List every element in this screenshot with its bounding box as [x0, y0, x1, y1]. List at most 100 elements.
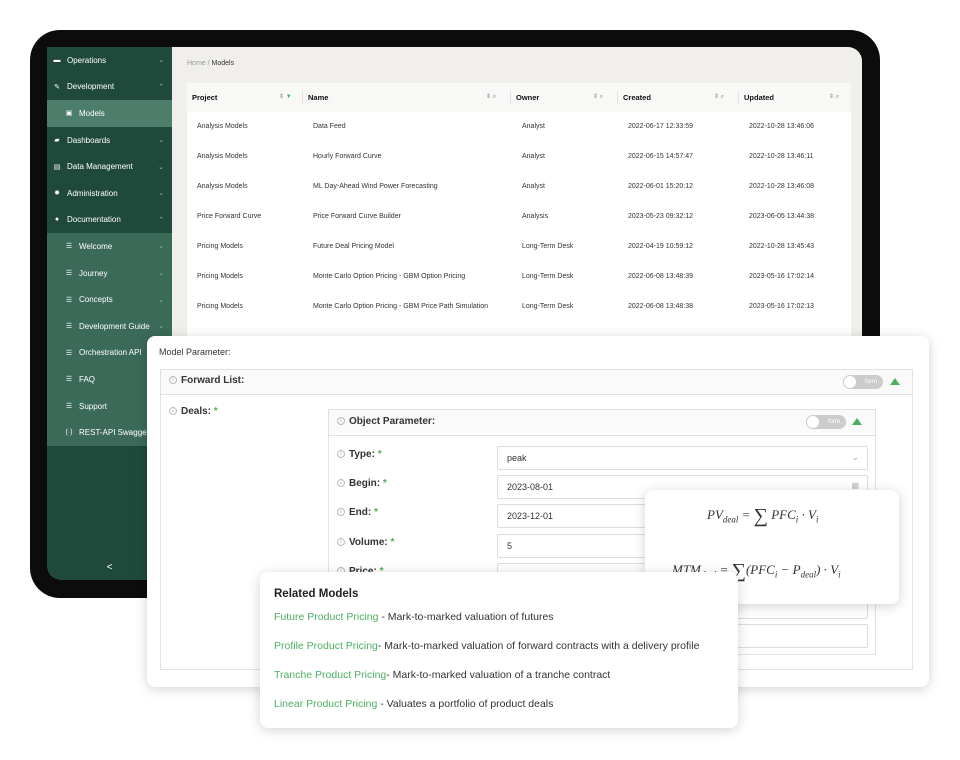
- sidebar-item-concepts[interactable]: ☰ Concepts ⌄: [47, 286, 172, 313]
- sidebar-item-models[interactable]: ▣ Models: [47, 100, 172, 127]
- related-model-item: Linear Product Pricing - Valuates a port…: [274, 698, 554, 710]
- operations-icon: ▬: [53, 56, 61, 64]
- column-header-owner[interactable]: Owner: [516, 93, 539, 102]
- breadcrumb-home[interactable]: Home: [187, 60, 206, 67]
- related-models-title: Related Models: [274, 588, 359, 600]
- table-header: Project ⇕ ▼ Name ⇕ ⌕ Owner ⇕ ⌕ Created ⇕ ⌕ U…: [187, 83, 851, 112]
- field-input-type[interactable]: peak ⌄: [497, 446, 868, 470]
- model-icon: ▣: [65, 110, 73, 118]
- sort-filter-icon[interactable]: ⇕ ▼: [279, 93, 292, 100]
- info-icon: i: [169, 376, 177, 385]
- cell-updated: 2023-06-05 13:44:38: [749, 213, 814, 220]
- info-icon: i: [337, 538, 345, 547]
- related-model-link[interactable]: Future Product Pricing: [274, 611, 378, 623]
- cell-name[interactable]: Future Deal Pricing Model: [313, 241, 503, 253]
- cell-project: Pricing Models: [197, 303, 243, 310]
- table-row[interactable]: Analysis Models Hourly Forward Curve Analy…: [187, 151, 851, 181]
- object-parameter-label: Object Parameter:: [349, 416, 436, 427]
- related-model-item: Profile Product Pricing- Mark-to-marked …: [274, 640, 700, 652]
- object-parameter-form-toggle[interactable]: form: [806, 415, 846, 429]
- column-header-project[interactable]: Project: [192, 93, 217, 102]
- sidebar-item-label: REST-API Swagger: [79, 428, 150, 438]
- cell-created: 2022-06-15 14:57:47: [628, 153, 693, 160]
- sort-search-icon[interactable]: ⇕ ⌕: [593, 93, 603, 101]
- sidebar-item-label: FAQ: [79, 374, 96, 384]
- cell-name[interactable]: Data Feed: [313, 121, 503, 133]
- chevron-icon: ⌄: [158, 296, 164, 304]
- sidebar-item-label: Concepts: [79, 295, 113, 305]
- sidebar-item-dashboards[interactable]: ▰ Dashboards ⌄: [47, 127, 172, 154]
- info-icon: i: [337, 508, 345, 517]
- pv-formula: PVdeal = ∑ PFCi · Vi: [707, 505, 819, 527]
- info-icon: i: [169, 407, 177, 416]
- field-label: Type:: [349, 449, 375, 460]
- sidebar-item-operations[interactable]: ▬ Operations ⌄: [47, 47, 172, 74]
- gear-icon: ✹: [54, 190, 60, 198]
- list-icon: ☰: [65, 270, 73, 278]
- chevron-icon: ⌄: [158, 137, 164, 145]
- sort-search-icon[interactable]: ⇕ ⌕: [486, 93, 496, 101]
- chevron-icon: ⌄: [158, 270, 164, 278]
- forward-list-form-toggle[interactable]: form: [843, 375, 883, 389]
- related-model-item: Tranche Product Pricing- Mark-to-marked …: [274, 669, 611, 681]
- sort-search-icon[interactable]: ⇕ ⌕: [714, 93, 724, 101]
- table-row[interactable]: Analysis Models Data Feed Analyst 2022-06-1…: [187, 121, 851, 151]
- chevron-icon: ⌃: [158, 216, 164, 224]
- collapse-icon[interactable]: [852, 418, 862, 425]
- info-icon: i: [337, 479, 345, 488]
- table-row[interactable]: Pricing Models Monte Carlo Option Pricing…: [187, 301, 851, 331]
- cell-project: Pricing Models: [197, 243, 243, 250]
- cell-name[interactable]: Monte Carlo Option Pricing - GBM Price P…: [313, 301, 503, 313]
- cell-name[interactable]: ML Day-Ahead Wind Power Forecasting: [313, 181, 503, 193]
- cell-owner: Analyst: [522, 123, 545, 130]
- sidebar-item-data-management[interactable]: ▤ Data Management ⌄: [47, 153, 172, 180]
- sidebar-item-documentation[interactable]: ● Documentation ⌃: [47, 207, 172, 234]
- deals-label: Deals:: [181, 406, 212, 417]
- cell-created: 2023-05-23 09:32:12: [628, 213, 693, 220]
- sort-search-icon[interactable]: ⇕ ⌕: [829, 93, 839, 101]
- sidebar-item-journey[interactable]: ☰ Journey ⌄: [47, 259, 172, 287]
- table-row[interactable]: Price Forward Curve Price Forward Curve B…: [187, 211, 851, 241]
- column-header-updated[interactable]: Updated: [744, 93, 774, 102]
- column-header-created[interactable]: Created: [623, 93, 651, 102]
- sidebar-item-administration[interactable]: ✹ Administration ⌄: [47, 180, 172, 207]
- related-model-link[interactable]: Tranche Product Pricing: [274, 669, 386, 681]
- cell-project: Price Forward Curve: [197, 213, 262, 220]
- cell-updated: 2022-10-28 13:46:08: [749, 183, 814, 190]
- related-model-link[interactable]: Profile Product Pricing: [274, 640, 378, 652]
- cell-created: 2022-06-08 13:48:39: [628, 273, 693, 280]
- cell-name[interactable]: Price Forward Curve Builder: [313, 211, 503, 223]
- related-model-link[interactable]: Linear Product Pricing: [274, 698, 377, 710]
- sidebar-item-label: Operations: [67, 55, 107, 65]
- sidebar-item-development[interactable]: ✎ Development ⌃: [47, 74, 172, 101]
- sidebar-item-label: Development: [67, 82, 115, 92]
- cell-project: Pricing Models: [197, 273, 243, 280]
- sidebar-item-label: Orchestration API: [79, 348, 142, 358]
- cell-owner: Long-Term Desk: [522, 303, 574, 310]
- table-row[interactable]: Analysis Models ML Day-Ahead Wind Power F…: [187, 181, 851, 211]
- sidebar-item-welcome[interactable]: ☰ Welcome ⌄: [47, 233, 172, 260]
- chevron-icon: ⌄: [158, 243, 164, 251]
- sidebar-item-label: Models: [79, 108, 105, 118]
- cell-created: 2022-04-19 10:59:12: [628, 243, 693, 250]
- cell-name[interactable]: Hourly Forward Curve: [313, 151, 503, 163]
- list-icon: ☰: [65, 376, 73, 384]
- model-parameter-title: Model Parameter:: [159, 347, 231, 357]
- api-icon: (·): [65, 429, 73, 437]
- sidebar-item-label: Welcome: [79, 241, 113, 251]
- collapse-icon[interactable]: [890, 378, 900, 385]
- info-icon: i: [337, 417, 345, 426]
- list-icon: ☰: [65, 323, 73, 331]
- field-label: Volume:: [349, 537, 388, 548]
- table-row[interactable]: Pricing Models Future Deal Pricing Model L…: [187, 241, 851, 271]
- cell-updated: 2023-05-16 17:02:14: [749, 273, 814, 280]
- table-row[interactable]: Pricing Models Monte Carlo Option Pricing…: [187, 271, 851, 301]
- forward-list-header: [160, 369, 913, 395]
- list-icon: ☰: [65, 403, 73, 411]
- chart-icon: ▰: [54, 137, 60, 145]
- field-label: Begin:: [349, 478, 381, 489]
- cell-updated: 2023-05-16 17:02:13: [749, 303, 814, 310]
- list-icon: ☰: [65, 296, 73, 304]
- column-header-name[interactable]: Name: [308, 93, 328, 102]
- cell-name[interactable]: Monte Carlo Option Pricing - GBM Option …: [313, 271, 503, 283]
